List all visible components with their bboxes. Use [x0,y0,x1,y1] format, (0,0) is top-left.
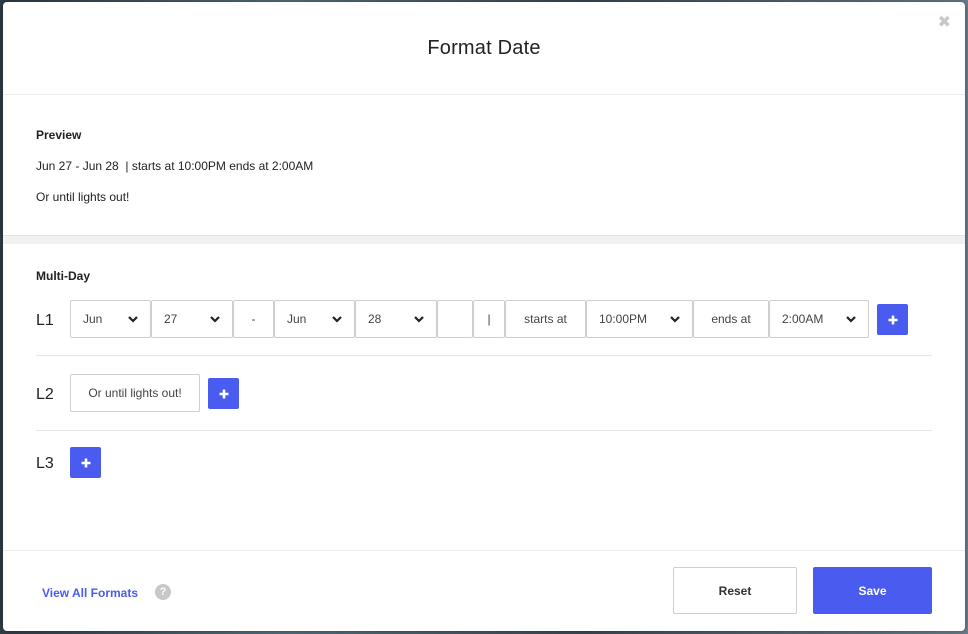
ends-at-text-field[interactable]: ends at [693,300,769,338]
start-time-value: 10:00PM [599,312,648,326]
pipe-separator-field[interactable]: | [473,300,505,338]
multiday-heading: Multi-Day [36,269,90,283]
preview-heading: Preview [36,128,82,142]
starts-at-text: starts at [524,312,567,326]
blank-text-field[interactable] [437,300,473,338]
save-button[interactable]: Save [813,567,932,614]
preview-line-1: Jun 27 - Jun 28 | starts at 10:00PM ends… [36,159,314,173]
line-2-text-field[interactable]: Or until lights out! [70,374,200,412]
reset-button[interactable]: Reset [673,567,797,614]
chevron-down-icon [128,316,138,323]
view-all-formats-link[interactable]: View All Formats [42,586,138,600]
format-date-dialog: ✖ Format Date Preview Jun 27 - Jun 28 | … [3,2,965,631]
date-separator-field[interactable]: - [233,300,274,338]
pipe-separator-text: | [487,312,491,326]
start-day-value: 27 [164,312,178,326]
save-button-label: Save [858,583,887,598]
section-divider [3,236,965,244]
line-3-label: L3 [36,455,54,472]
chevron-down-icon [414,316,424,323]
preview-section: Preview Jun 27 - Jun 28 | starts at 10:0… [3,95,965,236]
row-divider [36,430,932,431]
start-time-select[interactable]: 10:00PM [586,300,693,338]
add-line-2-item-button[interactable] [208,378,239,409]
plus-icon [219,389,228,398]
ends-at-text: ends at [711,312,751,326]
plus-icon [888,315,897,324]
reset-button-label: Reset [718,583,752,598]
end-month-value: Jun [287,312,307,326]
start-month-value: Jun [83,312,103,326]
end-month-select[interactable]: Jun [274,300,355,338]
chevron-down-icon [670,316,680,323]
add-line-1-item-button[interactable] [877,304,908,335]
start-day-select[interactable]: 27 [151,300,233,338]
dialog-title: Format Date [3,2,965,95]
help-icon[interactable]: ? [155,584,171,600]
line-1-label: L1 [36,312,54,329]
date-separator-text: - [251,312,256,326]
chevron-down-icon [210,316,220,323]
chevron-down-icon [846,316,856,323]
chevron-down-icon [332,316,342,323]
line-2-text: Or until lights out! [88,386,182,400]
line-2-label: L2 [36,386,54,403]
dialog-footer: View All Formats ? Reset Save [3,550,965,631]
dialog-title-text: Format Date [427,36,541,59]
end-time-value: 2:00AM [782,312,824,326]
end-time-select[interactable]: 2:00AM [769,300,869,338]
starts-at-text-field[interactable]: starts at [505,300,586,338]
start-month-select[interactable]: Jun [70,300,151,338]
end-day-select[interactable]: 28 [355,300,437,338]
preview-line-2: Or until lights out! [36,190,130,204]
plus-icon [81,458,90,467]
add-line-3-item-button[interactable] [70,447,101,478]
end-day-value: 28 [368,312,382,326]
row-divider [36,355,932,356]
